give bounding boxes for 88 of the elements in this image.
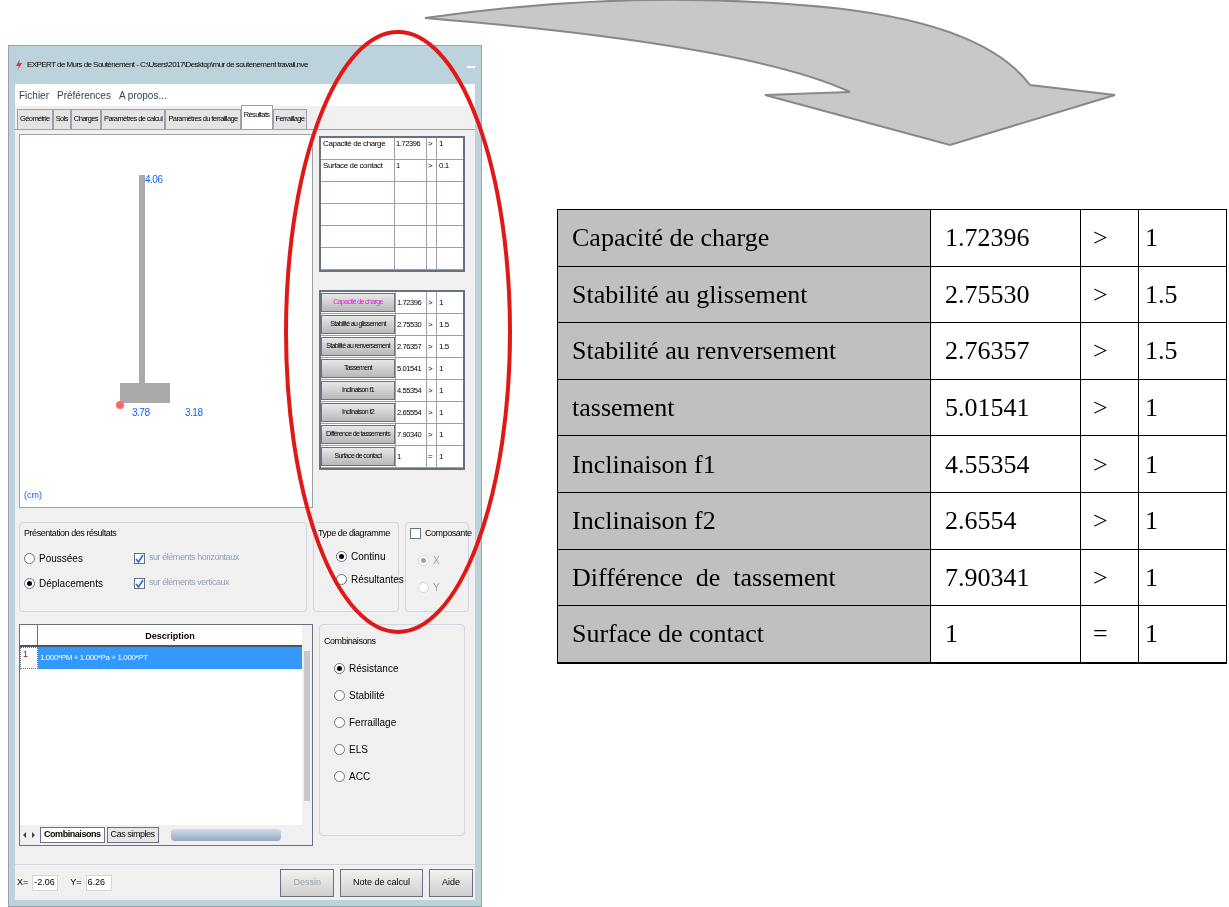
table-cell-text: 1 — [438, 450, 445, 463]
table-cell: > — [1081, 323, 1139, 379]
column-header: Description — [144, 630, 196, 643]
radio-label: Stabilité — [349, 688, 385, 703]
coordinate-field[interactable]: -2.06 — [32, 874, 59, 891]
coordinate-label: X= — [17, 875, 29, 889]
sheet-tab[interactable]: Combinaisons — [40, 827, 105, 843]
table-cell: 7.90341 — [931, 549, 1081, 606]
table-cell-text: 1 — [438, 362, 445, 375]
table-cell-text: 1 — [1144, 448, 1159, 481]
radio-label: Résistance — [349, 661, 399, 676]
table-cell: 2.75530 — [931, 266, 1081, 323]
table-cell: = — [1081, 606, 1139, 662]
table-cell: Inclinaison f1 — [558, 436, 931, 492]
menu-item[interactable]: Préférences — [57, 87, 111, 103]
action-button[interactable]: Note de calcul — [339, 868, 423, 897]
table-cell: Inclinaison f2 — [558, 492, 931, 549]
displacement-label: 3.78 — [132, 406, 150, 420]
radio-label: ACC — [349, 769, 371, 784]
table-cell: 5.01541 — [931, 379, 1081, 436]
table-cell: Surface de contact — [558, 606, 931, 662]
table-cell: > — [1081, 210, 1139, 266]
table-cell-text: 1 — [438, 138, 445, 150]
checkbox-label: sur éléments verticaux — [149, 576, 230, 590]
table-cell: > — [427, 402, 437, 423]
table-cell-text: 1.5 — [1144, 278, 1179, 311]
radio-label: Y — [433, 580, 440, 595]
table-cell-text: 1 — [438, 384, 445, 397]
table-cell-text: 1 — [438, 296, 445, 309]
table-cell-text: 0.1 — [438, 160, 450, 172]
radio-label: Continu — [351, 549, 386, 564]
table-cell: > — [427, 314, 437, 335]
table-cell: Différence de tassement — [558, 549, 931, 606]
table-cell: > — [427, 292, 437, 313]
table-cell: > — [1081, 436, 1139, 492]
table-cell: Surface de contact — [321, 160, 395, 181]
table-cell: > — [1081, 492, 1139, 549]
table-cell: > — [427, 424, 437, 445]
displacement-label: 4.06 — [145, 173, 163, 187]
table-cell-text: 1 — [438, 428, 445, 441]
table-cell: > — [427, 138, 437, 159]
table-cell-text: 1 — [1144, 392, 1159, 425]
menu-item[interactable]: A propos... — [118, 87, 167, 103]
table-cell: > — [1081, 266, 1139, 323]
checkbox-label: sur éléments horizontaux — [149, 551, 239, 565]
group-title: Type de diagramme — [318, 527, 391, 540]
table-cell: = — [427, 446, 437, 467]
table-cell: > — [427, 380, 437, 401]
table-cell: 1.72396 — [931, 210, 1081, 266]
action-button[interactable]: Aide — [429, 868, 473, 897]
table-cell: > — [427, 358, 437, 379]
table-cell-text: 1 — [1144, 222, 1159, 255]
window-title: EXPERT de Murs de Soutènement - C:\Users\2017\Desktop\mur de soutenement travail.nve — [27, 59, 308, 71]
table-cell: 4.55354 — [931, 436, 1081, 492]
table-cell-text: 1 — [1144, 505, 1159, 538]
radio-label: ELS — [349, 742, 368, 757]
table-cell: > — [427, 336, 437, 357]
table-cell-text: 1 — [438, 406, 445, 419]
radio-label: X — [433, 553, 440, 568]
table-cell: > — [1081, 379, 1139, 436]
table-cell-text: 1.5 — [438, 318, 450, 331]
table-cell-text: 1.5 — [438, 340, 450, 353]
checkbox-label: Composante — [425, 527, 472, 540]
table-cell-text: 1.5 — [1144, 335, 1179, 368]
table-cell: tassement — [558, 379, 931, 436]
table-cell-text: 1 — [1144, 561, 1159, 594]
table-cell: > — [427, 160, 437, 181]
table-cell: 2.6554 — [931, 492, 1081, 549]
table-cell: Stabilité au glissement — [558, 266, 931, 323]
unit-label: (cm) — [24, 489, 42, 502]
table-cell: 1 — [931, 606, 1081, 662]
table-cell: 2.76357 — [931, 323, 1081, 379]
table-cell: > — [1081, 549, 1139, 606]
table-cell: Stabilité au renversement — [558, 323, 931, 379]
radio-label: Ferraillage — [349, 715, 397, 730]
table-cell-text: 1 — [1144, 618, 1159, 651]
coordinate-label: Y= — [70, 875, 82, 889]
group-title: Présentation des résultats — [24, 527, 118, 540]
displacement-label: 3.18 — [185, 406, 203, 420]
radio-label: Résultantes — [351, 572, 404, 587]
group-title: Combinaisons — [324, 635, 377, 648]
radio-label: Déplacements — [39, 576, 103, 591]
sheet-tab[interactable]: Cas simples — [106, 827, 159, 843]
menu-item[interactable]: Fichier — [19, 87, 49, 103]
radio-label: Poussées — [39, 551, 83, 566]
table-cell: Capacité de charge — [321, 138, 395, 159]
table-cell: Capacité de charge — [558, 210, 931, 266]
coordinate-field[interactable]: 6.26 — [85, 874, 112, 891]
